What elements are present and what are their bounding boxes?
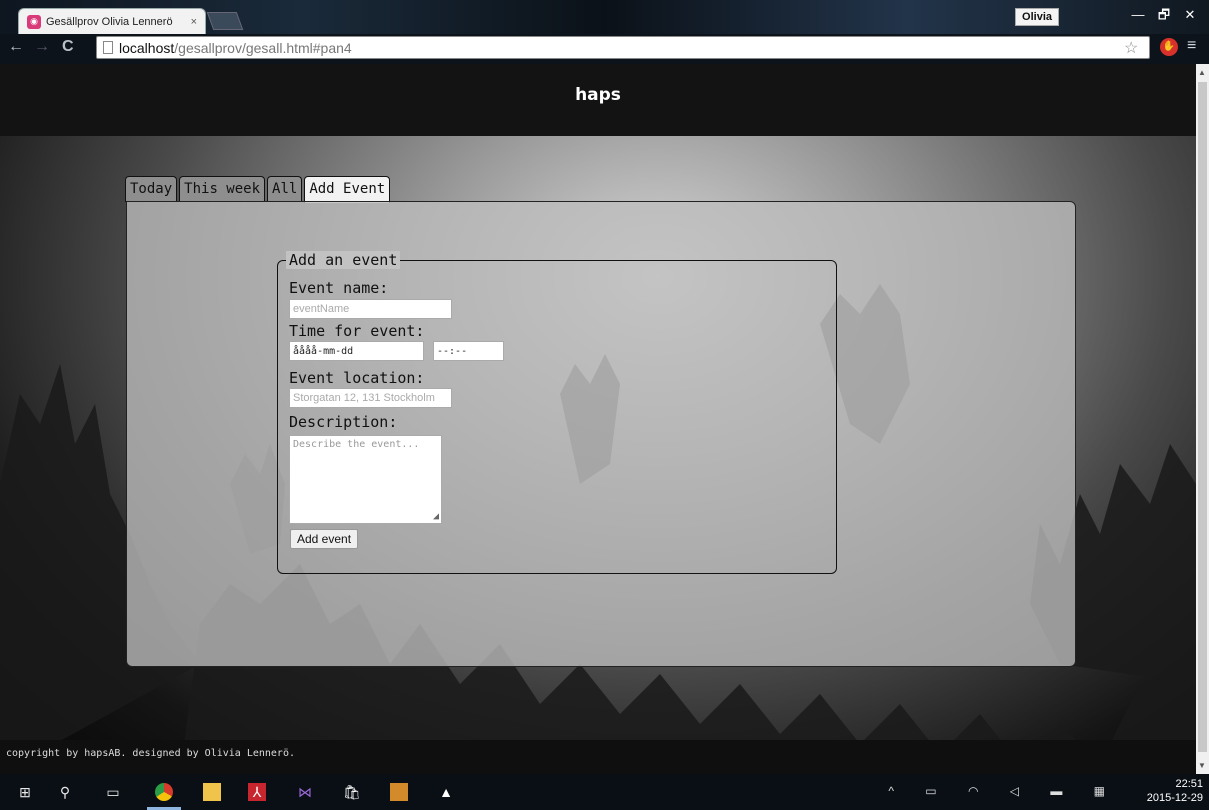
file-explorer-icon[interactable] [203, 783, 221, 801]
event-name-input[interactable]: eventName [289, 299, 452, 319]
tab-bar: Today This week All Add Event [125, 176, 392, 203]
tab-close-icon[interactable]: × [191, 16, 197, 28]
event-description-textarea[interactable]: Describe the event... ◢ [289, 435, 442, 524]
adblock-icon[interactable]: ✋ [1160, 38, 1178, 56]
event-date-input[interactable]: åååå-mm-dd [289, 341, 424, 361]
page-scrollbar[interactable]: ▲ ▼ [1196, 64, 1209, 774]
windows-taskbar: ⊞ ⚲ ▭ ⅄ ⋈ 🛍 ▲ ^ ▭ ◠ ◁ ▬ ▦ 22:51 2015-12-… [0, 774, 1209, 810]
location-label: Event location: [289, 369, 425, 387]
windows-start-icon[interactable]: ⊞ [16, 783, 34, 801]
url-host: localhost [119, 39, 175, 56]
event-time-input[interactable]: --:-- [433, 341, 504, 361]
restore-button[interactable]: 🗗 [1151, 6, 1177, 26]
search-icon[interactable]: ⚲ [56, 783, 74, 801]
resize-grip-icon[interactable]: ◢ [433, 511, 439, 522]
reload-icon[interactable]: C [62, 38, 74, 56]
tab-this-week[interactable]: This week [179, 176, 266, 202]
acrobat-icon[interactable]: ⅄ [248, 783, 266, 801]
event-name-label: Event name: [289, 279, 389, 297]
browser-tab[interactable]: ◉ Gesällprov Olivia Lennerö × [18, 8, 206, 34]
event-location-input[interactable]: Storgatan 12, 131 Stockholm [289, 388, 452, 408]
back-icon[interactable]: ← [8, 38, 24, 56]
add-event-button[interactable]: Add event [290, 529, 359, 549]
star-icon[interactable]: ☆ [1124, 38, 1138, 58]
clock-time: 22:51 [1175, 778, 1203, 790]
scroll-down-icon[interactable]: ▼ [1198, 761, 1206, 770]
task-view-icon[interactable]: ▭ [104, 783, 122, 801]
system-tray[interactable]: ^ ▭ ◠ ◁ ▬ ▦ [888, 784, 1119, 798]
menu-icon[interactable]: ≡ [1187, 37, 1196, 55]
add-event-panel: Add an event Event name: eventName Time … [126, 201, 1076, 667]
address-bar[interactable]: localhost/gesallprov/gesall.html#pan4 [96, 36, 1150, 59]
scroll-up-icon[interactable]: ▲ [1198, 68, 1206, 77]
clock-date: 2015-12-29 [1146, 792, 1203, 804]
site-header: haps [0, 64, 1196, 136]
chrome-icon[interactable] [155, 783, 173, 801]
new-tab-button[interactable] [206, 12, 244, 30]
url-path: /gesallprov/gesall.html#pan4 [174, 39, 352, 56]
taskbar-clock[interactable]: 22:51 2015-12-29 [1147, 777, 1203, 805]
photos-icon[interactable]: ▲ [437, 783, 455, 801]
close-window-button[interactable]: ✕ [1177, 6, 1203, 26]
scrollbar-thumb[interactable] [1198, 82, 1207, 752]
site-footer: copyright by hapsAB. designed by Olivia … [0, 740, 1196, 774]
time-label: Time for event: [289, 322, 425, 340]
app-icon[interactable] [390, 783, 408, 801]
store-icon[interactable]: 🛍 [343, 783, 361, 801]
tab-title: Gesällprov Olivia Lennerö [46, 15, 173, 28]
page-viewport: haps Today This week All Add Event Add a… [0, 64, 1196, 774]
profile-button[interactable]: Olivia [1015, 8, 1059, 26]
description-label: Description: [289, 413, 398, 431]
add-event-form: Add an event Event name: eventName Time … [277, 251, 837, 574]
description-placeholder: Describe the event... [293, 439, 420, 450]
page-icon [103, 41, 113, 54]
tab-all[interactable]: All [267, 176, 303, 202]
tab-add-event[interactable]: Add Event [304, 176, 391, 203]
minimize-button[interactable]: — [1125, 6, 1151, 26]
tab-today[interactable]: Today [125, 176, 178, 202]
forward-icon[interactable]: → [34, 38, 50, 56]
visual-studio-icon[interactable]: ⋈ [296, 783, 314, 801]
form-legend: Add an event [286, 251, 401, 269]
chrome-favicon: ◉ [27, 14, 41, 29]
